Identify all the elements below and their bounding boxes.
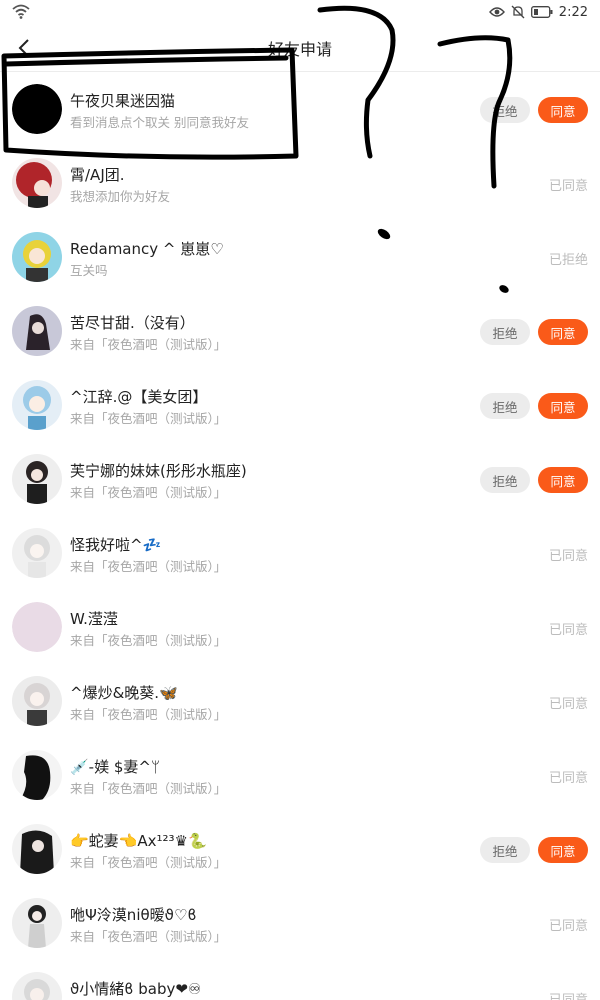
eye-icon bbox=[488, 7, 505, 17]
friend-request-row[interactable]: 咃Ψ泠漠niθ暧ϑ♡ϐ 来自「夜色酒吧（测试版）」 已同意 bbox=[0, 886, 600, 960]
reject-button[interactable]: 拒绝 bbox=[480, 467, 530, 493]
status-time: 2:22 bbox=[558, 4, 588, 20]
request-message: 来自「夜色酒吧（测试版）」 bbox=[70, 855, 227, 870]
accept-button[interactable]: 同意 bbox=[538, 319, 588, 345]
avatar[interactable] bbox=[12, 454, 62, 504]
avatar[interactable] bbox=[12, 972, 62, 1000]
reject-button[interactable]: 拒绝 bbox=[480, 319, 530, 345]
user-name: 👉蛇妻👈Ax¹²³♛🐍 bbox=[70, 832, 207, 850]
avatar[interactable] bbox=[12, 84, 62, 134]
request-status: 已拒绝 bbox=[548, 253, 588, 268]
request-message: 来自「夜色酒吧（测试版）」 bbox=[70, 411, 227, 426]
reject-button[interactable]: 拒绝 bbox=[480, 393, 530, 419]
user-name: Redamancy ^ 崽崽♡ bbox=[70, 240, 224, 258]
user-name: 午夜贝果迷因猫 bbox=[70, 92, 176, 110]
user-name: 怪我好啦^💤 bbox=[70, 536, 162, 554]
avatar[interactable] bbox=[12, 306, 62, 356]
avatar[interactable] bbox=[12, 158, 62, 208]
user-name: ^江辞.@【美女团】 bbox=[70, 388, 208, 406]
request-status: 已同意 bbox=[549, 989, 588, 1000]
user-name: ϑ小情緒ϐ baby❤♾ bbox=[70, 980, 202, 998]
friend-request-row[interactable]: 霄/AJ团. 我想添加你为好友 已同意 bbox=[0, 146, 600, 220]
friend-request-row[interactable]: ^爆炒&晚葵.🦋 来自「夜色酒吧（测试版）」 已同意 bbox=[0, 664, 600, 738]
request-status: 已同意 bbox=[548, 179, 588, 194]
request-message: 我想添加你为好友 bbox=[70, 189, 171, 204]
accept-button[interactable]: 同意 bbox=[538, 393, 588, 419]
battery-icon bbox=[530, 6, 553, 18]
friend-request-row[interactable]: W.滢滢 来自「夜色酒吧（测试版）」 已同意 bbox=[0, 590, 600, 664]
request-message: 来自「夜色酒吧（测试版）」 bbox=[70, 781, 227, 796]
friend-request-row[interactable]: 👉蛇妻👈Ax¹²³♛🐍 来自「夜色酒吧（测试版）」 拒绝 同意 bbox=[0, 812, 600, 886]
friend-request-row[interactable]: 午夜贝果迷因猫 看到消息点个取关 别同意我好友 拒绝 同意 bbox=[0, 72, 600, 146]
friend-request-row[interactable]: 💉-媄 $妻^ᛘ 来自「夜色酒吧（测试版）」 已同意 bbox=[0, 738, 600, 812]
friend-request-row[interactable]: 苦尽甘甜.（没有） 来自「夜色酒吧（测试版）」 拒绝 同意 bbox=[0, 294, 600, 368]
request-message: 来自「夜色酒吧（测试版）」 bbox=[70, 929, 227, 944]
avatar[interactable] bbox=[12, 232, 62, 282]
user-name: 💉-媄 $妻^ᛘ bbox=[70, 758, 160, 776]
friend-request-row[interactable]: 怪我好啦^💤 来自「夜色酒吧（测试版）」 已同意 bbox=[0, 516, 600, 590]
request-status: 已同意 bbox=[548, 697, 588, 712]
reject-button[interactable]: 拒绝 bbox=[480, 837, 530, 863]
avatar[interactable] bbox=[12, 528, 62, 578]
page-title: 好友申请 bbox=[267, 40, 332, 59]
user-name: 苦尽甘甜.（没有） bbox=[70, 314, 195, 332]
avatar[interactable] bbox=[12, 750, 62, 800]
accept-button[interactable]: 同意 bbox=[538, 97, 588, 123]
accept-button[interactable]: 同意 bbox=[538, 467, 588, 493]
friend-request-row[interactable]: ϑ小情緒ϐ baby❤♾ 已同意 bbox=[0, 960, 600, 1000]
accept-button[interactable]: 同意 bbox=[538, 837, 588, 863]
request-status: 已同意 bbox=[548, 919, 588, 934]
user-name: 咃Ψ泠漠niθ暧ϑ♡ϐ bbox=[70, 906, 197, 924]
friend-request-row[interactable]: 芙宁娜的妹妹(彤彤水瓶座) 来自「夜色酒吧（测试版）」 拒绝 同意 bbox=[0, 442, 600, 516]
wifi-icon bbox=[12, 4, 30, 19]
header: 好友申请 bbox=[0, 24, 600, 72]
user-name: W.滢滢 bbox=[70, 610, 118, 628]
avatar[interactable] bbox=[12, 898, 62, 948]
avatar[interactable] bbox=[12, 380, 62, 430]
avatar[interactable] bbox=[12, 676, 62, 726]
reject-button[interactable]: 拒绝 bbox=[480, 97, 530, 123]
request-message: 互关吗 bbox=[70, 263, 108, 278]
mute-icon bbox=[511, 5, 525, 19]
status-bar: 2:22 bbox=[0, 0, 600, 24]
user-name: 霄/AJ团. bbox=[70, 166, 125, 184]
request-message: 来自「夜色酒吧（测试版）」 bbox=[70, 559, 227, 574]
request-message: 来自「夜色酒吧（测试版）」 bbox=[70, 485, 227, 500]
request-message: 来自「夜色酒吧（测试版）」 bbox=[70, 337, 227, 352]
user-name: 芙宁娜的妹妹(彤彤水瓶座) bbox=[70, 462, 247, 480]
request-message: 来自「夜色酒吧（测试版）」 bbox=[70, 707, 227, 722]
request-status: 已同意 bbox=[548, 771, 588, 786]
user-name: ^爆炒&晚葵.🦋 bbox=[70, 684, 178, 702]
friend-request-list: 午夜贝果迷因猫 看到消息点个取关 别同意我好友 拒绝 同意 霄/AJ团. 我想添… bbox=[0, 72, 600, 1000]
request-message: 来自「夜色酒吧（测试版）」 bbox=[70, 633, 227, 648]
request-message: 看到消息点个取关 别同意我好友 bbox=[70, 115, 249, 130]
avatar[interactable] bbox=[12, 602, 62, 652]
friend-request-row[interactable]: Redamancy ^ 崽崽♡ 互关吗 已拒绝 bbox=[0, 220, 600, 294]
avatar[interactable] bbox=[12, 824, 62, 874]
request-status: 已同意 bbox=[548, 549, 588, 564]
request-status: 已同意 bbox=[548, 623, 588, 638]
friend-request-row[interactable]: ^江辞.@【美女团】 来自「夜色酒吧（测试版）」 拒绝 同意 bbox=[0, 368, 600, 442]
